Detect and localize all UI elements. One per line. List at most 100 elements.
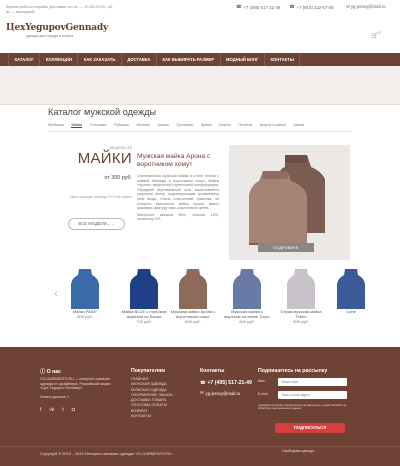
- phone-icon: ☎: [200, 380, 206, 385]
- main-nav: КАТАЛОГ КОЛЛЕКЦИИ КАК ЗАКАЗАТЬ ДОСТАВКА …: [0, 53, 400, 66]
- footer-link-contacts[interactable]: КОНТАКТЫ: [131, 414, 173, 419]
- header-phone-1[interactable]: ☎ +7 (495) 517-21-49: [236, 4, 280, 10]
- subscribe-button[interactable]: ПОДПИСАТЬСЯ: [275, 423, 345, 433]
- tab-shorts[interactable]: Шорты: [157, 123, 168, 128]
- product-caption[interactable]: Майка PAINT 800 руб.: [61, 309, 109, 320]
- nav-catalog[interactable]: КАТАЛОГ: [8, 53, 41, 66]
- working-hours: Время работы службы доставки: пн-пт — 10…: [6, 4, 114, 14]
- product-thumb[interactable]: [334, 265, 368, 312]
- product-name: Сине: [346, 309, 356, 314]
- tank-top-icon: [179, 269, 207, 309]
- facebook-icon[interactable]: f: [40, 407, 41, 413]
- tabs-divider: [48, 131, 352, 132]
- nav-collections[interactable]: КОЛЛЕКЦИИ: [40, 53, 79, 66]
- carousel-prev-button[interactable]: ‹: [54, 286, 58, 300]
- product-caption[interactable]: Сине: [327, 309, 375, 315]
- footer-phone[interactable]: ☎ +7 (495) 517-21-49: [200, 380, 252, 386]
- product-price: 800 руб.: [77, 313, 93, 319]
- nav-size-guide[interactable]: КАК ВЫБИРАТЬ РАЗМЕР: [157, 53, 221, 66]
- social-links: f vk t ◘: [40, 407, 75, 413]
- logo-tagline: одежда для города и спорта: [26, 34, 74, 38]
- tab-hoodies[interactable]: Толстовки: [90, 123, 107, 128]
- email-label: E-mail: [258, 392, 268, 396]
- product-name: Серая мужская майка Тейло: [280, 309, 322, 319]
- footer-about-title: ⓘ О нас: [40, 369, 62, 375]
- header-phones: ☎ +7 (495) 517-21-49 ☎ +7 (916) 222-67-09: [236, 4, 334, 10]
- product-name: Мужская майка Арона с воротником хомут: [170, 309, 216, 319]
- tab-shorts-2[interactable]: Шорты: [219, 123, 230, 128]
- tank-top-icon: [337, 269, 365, 309]
- featured-product-description: Оригинальная мужская майка в стиле тонка…: [137, 174, 219, 222]
- tank-top-icon: [233, 269, 261, 309]
- tank-top-icon: [287, 269, 315, 309]
- nav-delivery[interactable]: ДОСТАВКА: [122, 53, 157, 66]
- percent-note: Цены позиции таблицы 15 % на корень: [69, 195, 132, 199]
- product-caption[interactable]: Мужская майка с вырезом на спине Тигро 80…: [223, 309, 271, 324]
- header-email[interactable]: ✉ yg-jersey@mail.ru: [346, 4, 386, 10]
- instagram-icon[interactable]: ◘: [72, 407, 75, 413]
- footer-contacts-title: Контакты: [200, 368, 225, 374]
- footer-email[interactable]: ✉ yg-jersey@mail.ru: [200, 390, 240, 396]
- read-more-link[interactable]: Читать дальше »: [40, 395, 69, 400]
- hero-banner: [0, 66, 400, 105]
- tank-top-icon: [71, 269, 99, 309]
- footer-divider: [0, 446, 400, 447]
- product-price: 800 руб.: [293, 318, 309, 324]
- tank-top-icon: [130, 269, 158, 309]
- site-logo[interactable]: ЦехYegupovGennady: [6, 23, 108, 33]
- product-thumb[interactable]: [127, 265, 161, 312]
- footer-link-women[interactable]: ЖЕНСКАЯ ОДЕЖДА: [131, 382, 173, 387]
- email-input[interactable]: Ваш e-mail адрес: [278, 391, 347, 399]
- cart-button[interactable]: 🛒0: [371, 31, 380, 39]
- product-thumb[interactable]: [230, 265, 264, 312]
- tab-shorts-hats[interactable]: Шорты и шапки: [260, 123, 286, 128]
- product-name: Мужская майка с вырезом на спине Тигро: [224, 309, 270, 319]
- name-input[interactable]: Ваше имя: [278, 378, 347, 386]
- product-thumb[interactable]: [284, 265, 318, 312]
- phone-icon: ☎: [289, 4, 295, 9]
- product-thumb[interactable]: [68, 265, 102, 312]
- product-caption[interactable]: Мужская майка Арона с воротником хомут 80…: [169, 309, 217, 324]
- info-icon: ⓘ: [40, 369, 46, 375]
- subscribe-consent-note: Нажимая на кнопку «Подписаться на рассыл…: [258, 403, 347, 411]
- cart-count: 0: [378, 31, 381, 35]
- details-button[interactable]: ПОДРОБНЕЕ: [258, 243, 314, 252]
- top-bar: Время работы службы доставки: пн-пт — 10…: [0, 0, 400, 52]
- nav-fashion-blog[interactable]: МОДНЫЙ БЛОГ: [221, 53, 265, 66]
- product-price: 700 руб.: [136, 318, 152, 324]
- product-name: Майка BLUE с глубоким вырезом по бокам: [121, 309, 167, 319]
- product-thumb[interactable]: [176, 265, 210, 312]
- category-title: МАЙКИ: [77, 150, 132, 167]
- product-caption[interactable]: Майка BLUE с глубоким вырезом по бокам 70…: [120, 309, 168, 324]
- product-caption[interactable]: Серая мужская майка Тейло 800 руб.: [277, 309, 325, 324]
- tab-vests[interactable]: Жилеты: [136, 123, 150, 128]
- tab-leggings[interactable]: Легинсы: [238, 123, 252, 128]
- featured-product-name[interactable]: Мужская майка Арона с воротником хомут: [137, 153, 227, 168]
- footer-logo: Свободная одежда: [282, 449, 314, 453]
- footer-buyers-links: ГЛАВНАЯ ЖЕНСКАЯ ОДЕЖДА МУЖСКАЯ ОДЕЖДА ОФ…: [131, 377, 173, 419]
- twitter-icon[interactable]: t: [62, 407, 63, 413]
- name-label: Имя: [258, 379, 265, 383]
- page-title: Каталог мужской одежды: [48, 107, 157, 117]
- tab-shirts[interactable]: Рубашки: [114, 123, 129, 128]
- copyright: Copyright © 2012 - 2019 Интернет-магазин…: [40, 451, 172, 456]
- product-price: 800 руб.: [239, 318, 255, 324]
- tab-trousers[interactable]: Брюки: [201, 123, 212, 128]
- nav-how-to-order[interactable]: КАК ЗАКАЗАТЬ: [78, 53, 122, 66]
- tab-tshirts[interactable]: Футболки: [48, 123, 64, 128]
- footer-link-payment[interactable]: СПОСОБЫ ОПЛАТЫ: [131, 403, 173, 408]
- vk-icon[interactable]: vk: [49, 407, 54, 413]
- all-models-button[interactable]: ВСЕ МОДЕЛИ...→: [68, 218, 125, 230]
- product-price: 800 руб.: [185, 318, 201, 324]
- nav-contacts[interactable]: КОНТАКТЫ: [265, 53, 301, 66]
- featured-product-image[interactable]: ПОДРОБНЕЕ: [229, 145, 350, 260]
- phone-icon: ☎: [236, 4, 242, 9]
- mail-icon: ✉: [200, 390, 204, 395]
- hero-divider: [0, 104, 400, 105]
- tab-tanktops[interactable]: Майки: [71, 123, 83, 128]
- tab-hats[interactable]: Шапки: [293, 123, 304, 128]
- subscribe-title: Подпишитесь на рассылку: [258, 368, 328, 374]
- tab-pullovers[interactable]: Пуловеры: [177, 123, 194, 128]
- price-from: от 300 руб.: [104, 175, 132, 181]
- header-phone-2[interactable]: ☎ +7 (916) 222-67-09: [289, 4, 333, 10]
